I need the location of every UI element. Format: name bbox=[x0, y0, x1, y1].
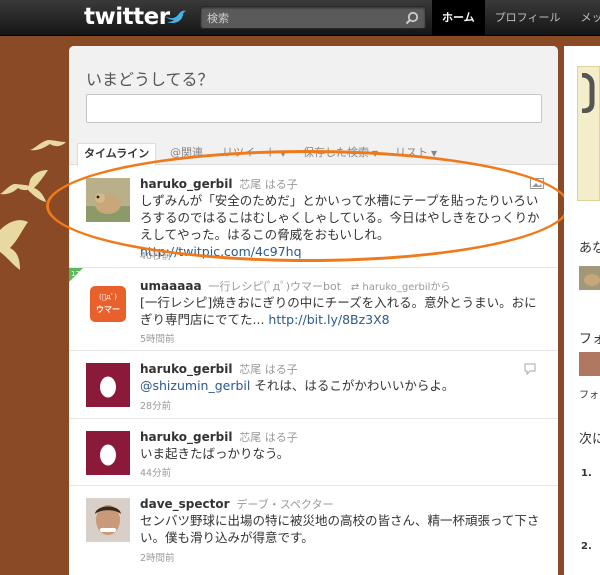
tweet-timestamp[interactable]: 28分前 bbox=[140, 398, 171, 412]
sidebar-next-heading: 次に bbox=[579, 432, 600, 447]
tweet-timestamp[interactable]: 5時間前 bbox=[140, 331, 175, 345]
tweet-username[interactable]: dave_spector bbox=[140, 497, 230, 511]
reply-icon[interactable] bbox=[524, 363, 536, 375]
tweet-item[interactable]: 17 (ﾟдﾟ) ウマー umaaaaa 一行レシピ(ﾟдﾟ)ウマーbot ⇄ … bbox=[69, 268, 558, 351]
twitter-logo-mark bbox=[581, 73, 595, 113]
timeline-panel: いまどうしてる？ タイムライン @関連 リツイート ▼ 保存した検索 ▼ リスト ▼ … bbox=[69, 46, 558, 575]
top-bar: twitter ホーム プロフィール メッセ bbox=[0, 0, 600, 36]
tweet-username[interactable]: haruko_gerbil bbox=[140, 362, 232, 376]
tweet-text: @shizumin_gerbil それは、はるこがかわいいからよ。 bbox=[140, 378, 455, 393]
retweet-corner-icon: 17 bbox=[69, 268, 83, 282]
sidebar-followers-label: フォロ bbox=[579, 390, 600, 401]
nav-profile[interactable]: プロフィール bbox=[485, 0, 571, 36]
nav-messages[interactable]: メッセ bbox=[570, 0, 600, 36]
tweet-username[interactable]: umaaaaa bbox=[140, 279, 202, 293]
retweeted-by: ⇄ haruko_gerbilから bbox=[350, 282, 451, 293]
tweet-item[interactable]: dave_spector デーブ・スペクター センバツ野球に出場の特に被災地の高… bbox=[69, 486, 558, 575]
sidebar-list-number: 1. bbox=[581, 468, 592, 479]
bird-icon bbox=[165, 10, 186, 24]
tweet-header: haruko_gerbil 芯尾 はる子 bbox=[140, 361, 298, 377]
search-box[interactable] bbox=[200, 6, 426, 29]
sidebar-following-label: フォ bbox=[579, 332, 600, 347]
default-egg-avatar bbox=[86, 363, 130, 407]
highlight-ellipse bbox=[46, 150, 570, 262]
tweet-text: センバツ野球に出場の特に被災地の高校の皆さん、精一杯頑張って下さい。僕も滑り込み… bbox=[140, 513, 540, 545]
tweet-item[interactable]: haruko_gerbil 芯尾 はる子 いま起きたばっかりなう。 44分前 bbox=[69, 419, 558, 486]
tweet-header: dave_spector デーブ・スペクター bbox=[140, 496, 334, 512]
tweet-timestamp[interactable]: 44分前 bbox=[140, 465, 171, 479]
tweet-username[interactable]: haruko_gerbil bbox=[140, 430, 232, 444]
search-icon[interactable] bbox=[405, 11, 419, 25]
sidebar-list-number: 2. bbox=[581, 541, 592, 552]
tweet-header: haruko_gerbil 芯尾 はる子 bbox=[140, 429, 298, 445]
tweet-display-name: 一行レシピ(ﾟдﾟ)ウマーbot bbox=[208, 280, 342, 293]
tweet-input[interactable] bbox=[86, 94, 542, 123]
main-nav: ホーム プロフィール メッセ bbox=[432, 0, 600, 36]
tweet-link[interactable]: http://bit.ly/8Bz3X8 bbox=[268, 312, 389, 327]
tweet-mention[interactable]: @shizumin_gerbil bbox=[140, 378, 250, 393]
tweet-text: いま起きたばっかりなう。 bbox=[140, 446, 290, 461]
sidebar-profile-box bbox=[577, 66, 600, 201]
twitter-logo[interactable]: twitter bbox=[84, 4, 170, 30]
sidebar-avatar[interactable] bbox=[579, 266, 600, 290]
tweet-header: umaaaaa 一行レシピ(ﾟдﾟ)ウマーbot ⇄ haruko_gerbil… bbox=[140, 278, 450, 294]
tweet-display-name: 芯尾 はる子 bbox=[239, 431, 298, 444]
retweet-icon: ⇄ bbox=[350, 282, 360, 293]
nav-home[interactable]: ホーム bbox=[432, 0, 485, 36]
dave-spector-avatar bbox=[86, 498, 130, 542]
right-sidebar: あな フォ フォロ 次に 1. 2. bbox=[564, 46, 600, 575]
tweet-display-name: 芯尾 はる子 bbox=[239, 363, 298, 376]
default-egg-avatar bbox=[86, 431, 130, 475]
tweet-display-name: デーブ・スペクター bbox=[236, 498, 334, 511]
composer-title: いまどうしてる？ bbox=[86, 70, 214, 89]
sidebar-heading: あな bbox=[579, 241, 600, 256]
sidebar-avatar[interactable] bbox=[579, 352, 600, 376]
tweet-item[interactable]: haruko_gerbil 芯尾 はる子 @shizumin_gerbil それ… bbox=[69, 351, 558, 419]
tweet-timestamp[interactable]: 2時間前 bbox=[140, 550, 175, 564]
recipe-bot-avatar: (ﾟдﾟ) ウマー bbox=[86, 282, 130, 326]
svg-text:17: 17 bbox=[71, 270, 80, 278]
search-input[interactable] bbox=[207, 10, 397, 26]
tweet-composer: いまどうしてる？ bbox=[69, 46, 558, 143]
tweet-text: [一行レシピ]焼きおにぎりの中にチーズを入れる。意外とうまい。おにぎり専門店にで… bbox=[140, 295, 537, 327]
